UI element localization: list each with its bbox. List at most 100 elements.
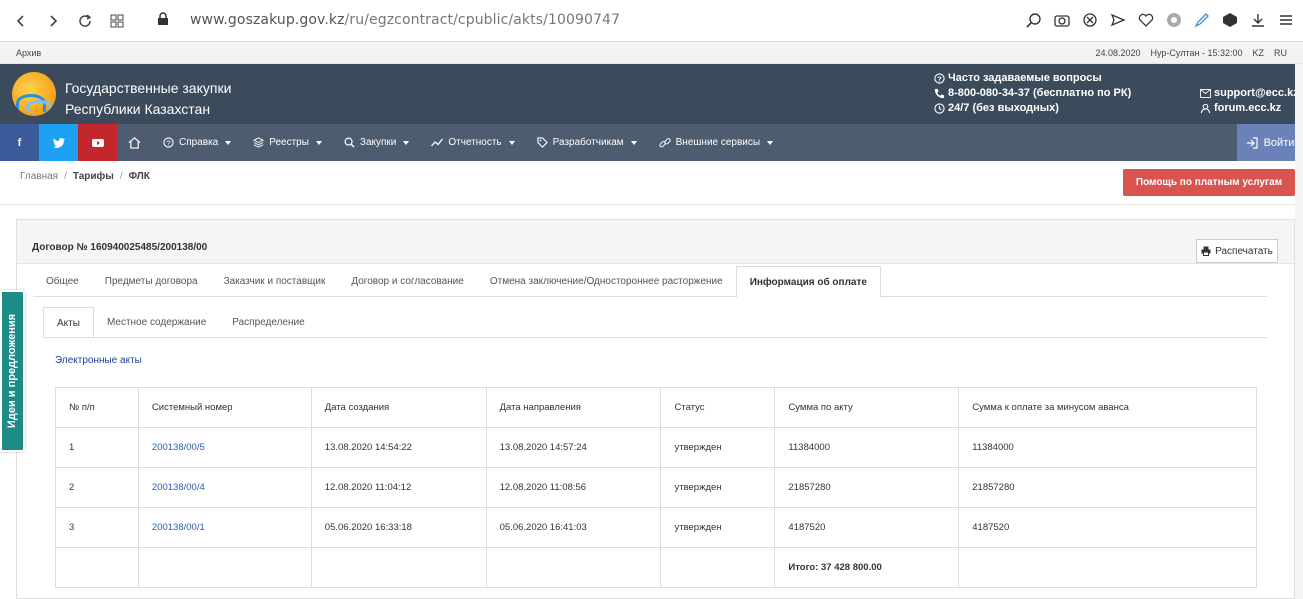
tab-cancellation[interactable]: Отмена заключение/Одностороннее расторже… [477,266,736,297]
cell-payable-amount: 4187520 [958,507,1257,548]
question-circle-icon: ? [163,137,174,148]
cell-sent: 05.06.2020 16:41:03 [485,507,662,548]
breadcrumb-home[interactable]: Главная [20,171,58,182]
lock-icon [157,12,169,29]
block-icon[interactable] [1081,9,1099,31]
apps-grid-icon[interactable] [104,8,130,34]
cell-payable-amount: 11384000 [958,427,1257,468]
cell-system-number: 200138/00/4 [137,467,312,508]
site-logo[interactable] [12,72,56,116]
caret-down-icon [508,140,515,145]
total-amount: Итого: 37 428 800.00 [774,547,960,588]
svg-text:?: ? [166,138,170,147]
col-header-sent: Дата направления [485,387,662,428]
archive-link[interactable]: Архив [16,48,41,58]
faq-link[interactable]: ? Часто задаваемые вопросы [934,71,1131,86]
camera-icon[interactable] [1053,9,1071,31]
twitter-button[interactable] [39,124,78,161]
cube-icon[interactable] [1221,9,1239,31]
forum-link[interactable]: forum.ecc.kz [1200,101,1299,116]
contacts-block: ? Часто задаваемые вопросы 8-800-080-34-… [934,71,1131,116]
caret-down-icon [225,140,232,145]
cell-status: утвержден [660,467,776,508]
facebook-icon: f [17,136,22,149]
subtab-distribution[interactable]: Распределение [219,307,317,338]
col-header-payable-amount: Сумма к оплате за минусом аванса [958,387,1257,428]
page-scrollbar[interactable] [1295,64,1303,599]
user-icon [1200,103,1211,114]
support-block: support@ecc.kz forum.ecc.kz [1200,86,1299,116]
line-chart-icon [431,138,444,146]
cell-created: 05.06.2020 16:33:18 [310,507,487,548]
email-link[interactable]: support@ecc.kz [1200,86,1299,101]
print-button[interactable]: Распечатать [1196,239,1278,263]
subtab-acts[interactable]: Акты [43,307,94,339]
site-title[interactable]: Государственные закупки Республики Казах… [65,78,231,120]
menu-external-services[interactable]: Внешние сервисы [648,124,784,161]
home-button[interactable] [117,124,152,161]
facebook-button[interactable]: f [0,124,39,161]
back-icon[interactable] [8,8,34,34]
paid-services-help-button[interactable]: Помощь по платным услугам [1123,169,1295,196]
reload-icon[interactable] [72,8,98,34]
act-link[interactable]: 200138/00/4 [152,482,205,493]
sign-in-icon [1246,136,1258,149]
breadcrumb: Главная / Тарифы / ФЛК [20,171,150,182]
ideas-feedback-tab[interactable]: Идеи и предложения [0,290,25,452]
menu-registries[interactable]: Реестры [242,124,333,161]
current-time: Нур-Султан - 15:32:00 [1150,48,1243,58]
cell-sent: 13.08.2020 14:57:24 [485,427,662,468]
download-icon[interactable] [1249,9,1267,31]
login-button[interactable]: Войти [1237,124,1303,161]
caret-down-icon [630,140,637,145]
printer-icon [1201,246,1211,256]
act-link[interactable]: 200138/00/1 [152,522,205,533]
menu-developers[interactable]: Разработчикам [526,124,648,161]
link-icon [659,137,671,147]
menu-reports[interactable]: Отчетность [420,124,525,161]
url-path: /ru/egzcontract/cpublic/akts/10090747 [344,12,621,28]
act-link[interactable]: 200138/00/5 [152,442,205,453]
col-header-number: № п/п [55,387,139,428]
zoom-icon[interactable] [1025,9,1043,31]
cell-number: 2 [55,467,139,508]
col-header-act-amount: Сумма по акту [774,387,960,428]
send-icon[interactable] [1109,9,1127,31]
lang-ru-link[interactable]: RU [1274,48,1287,58]
tab-contract-items[interactable]: Предметы договора [92,266,211,297]
cell-system-number: 200138/00/1 [137,507,312,548]
tab-customer-supplier[interactable]: Заказчик и поставщик [211,266,339,297]
search-icon [344,137,355,148]
cell-created: 12.08.2020 11:04:12 [310,467,487,508]
main-menu: f ? Справка Реестры Закупки Отчетность Р… [0,124,1303,161]
heart-icon[interactable] [1137,9,1155,31]
cell-sent: 12.08.2020 11:08:56 [485,467,662,508]
cell-created: 13.08.2020 14:54:22 [310,427,487,468]
tab-contract-approval[interactable]: Договор и согласование [338,266,477,297]
breadcrumb-current: ФЛК [128,171,150,182]
address-bar[interactable]: www.goszakup.gov.kz/ru/egzcontract/cpubl… [190,12,620,28]
lang-kz-link[interactable]: KZ [1252,48,1264,58]
tab-general[interactable]: Общее [33,266,92,297]
divider [0,204,1303,205]
twitter-icon [52,137,65,148]
menu-purchases[interactable]: Закупки [333,124,420,161]
tab-payment-info[interactable]: Информация об оплате [735,266,881,298]
col-header-status: Статус [660,387,776,428]
caret-down-icon [315,140,322,145]
contract-tabs: Общее Предметы договора Заказчик и поста… [33,266,1267,298]
pencil-icon[interactable] [1193,9,1211,31]
extension-icon[interactable] [1165,9,1183,31]
menu-help[interactable]: ? Справка [152,124,242,161]
cell-system-number: 200138/00/5 [137,427,312,468]
clock-icon [934,103,945,114]
table-row: 1 200138/00/5 13.08.2020 14:54:22 13.08.… [55,427,1257,468]
subtab-local-content[interactable]: Местное содержание [94,307,219,338]
breadcrumb-tariffs[interactable]: Тарифы [73,171,114,182]
menu-icon[interactable] [1277,9,1295,31]
table-total-row: Итого: 37 428 800.00 [55,547,1257,588]
cell-act-amount: 11384000 [774,427,960,468]
youtube-button[interactable] [78,124,117,161]
forward-icon[interactable] [40,8,66,34]
youtube-icon [91,138,104,147]
